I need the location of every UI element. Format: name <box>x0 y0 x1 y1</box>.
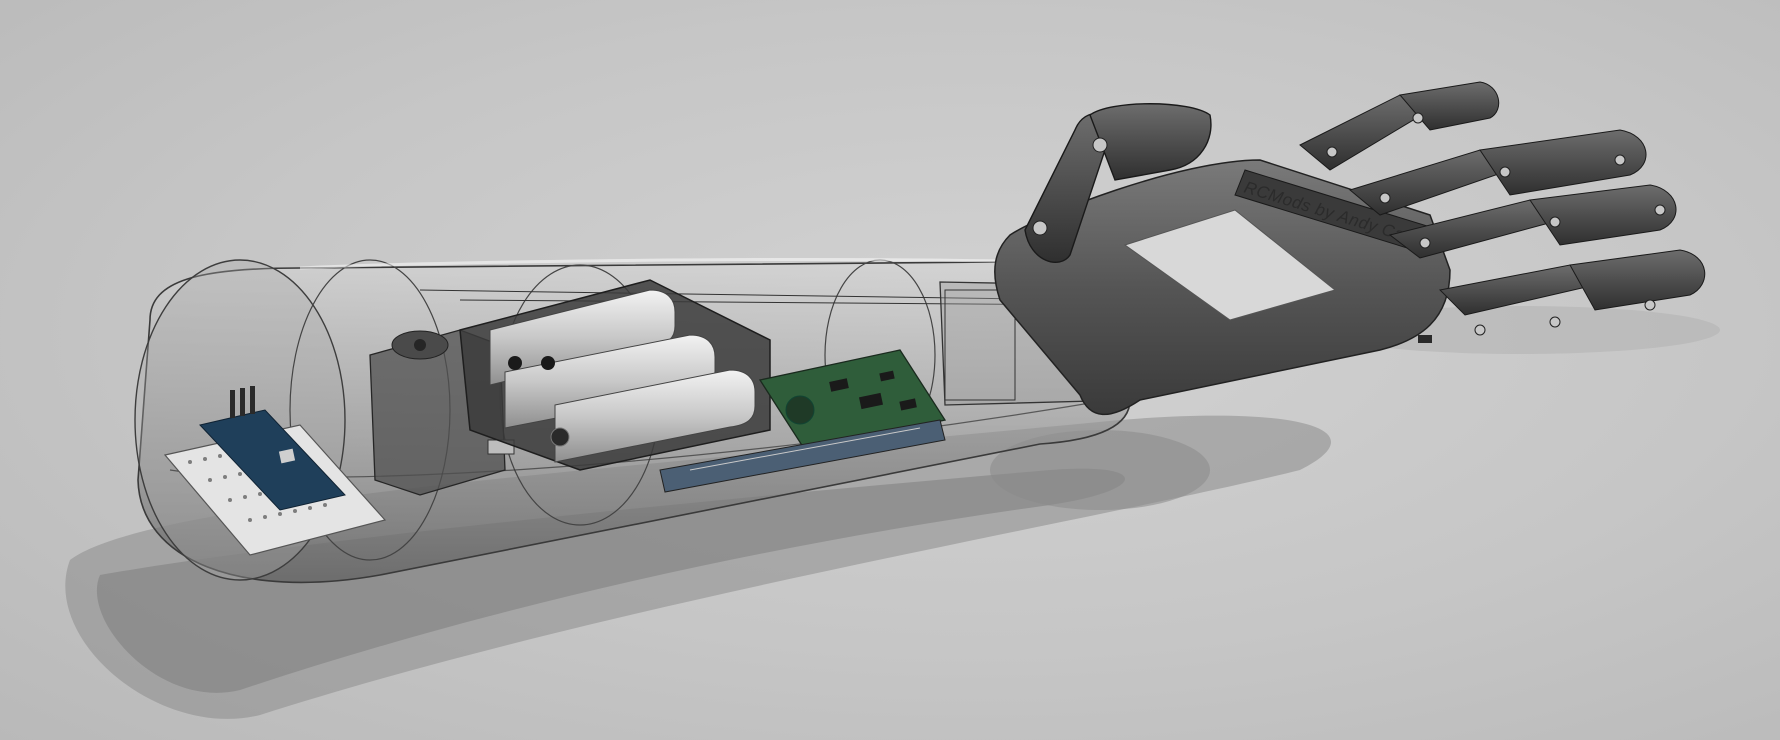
robotic-hand-icon: RCMods by Andy Carter <box>994 81 1706 416</box>
prosthetic-arm-render: RCMods by Andy Carter <box>65 81 1720 719</box>
render-viewport: RCMods by Andy Carter <box>0 0 1780 740</box>
